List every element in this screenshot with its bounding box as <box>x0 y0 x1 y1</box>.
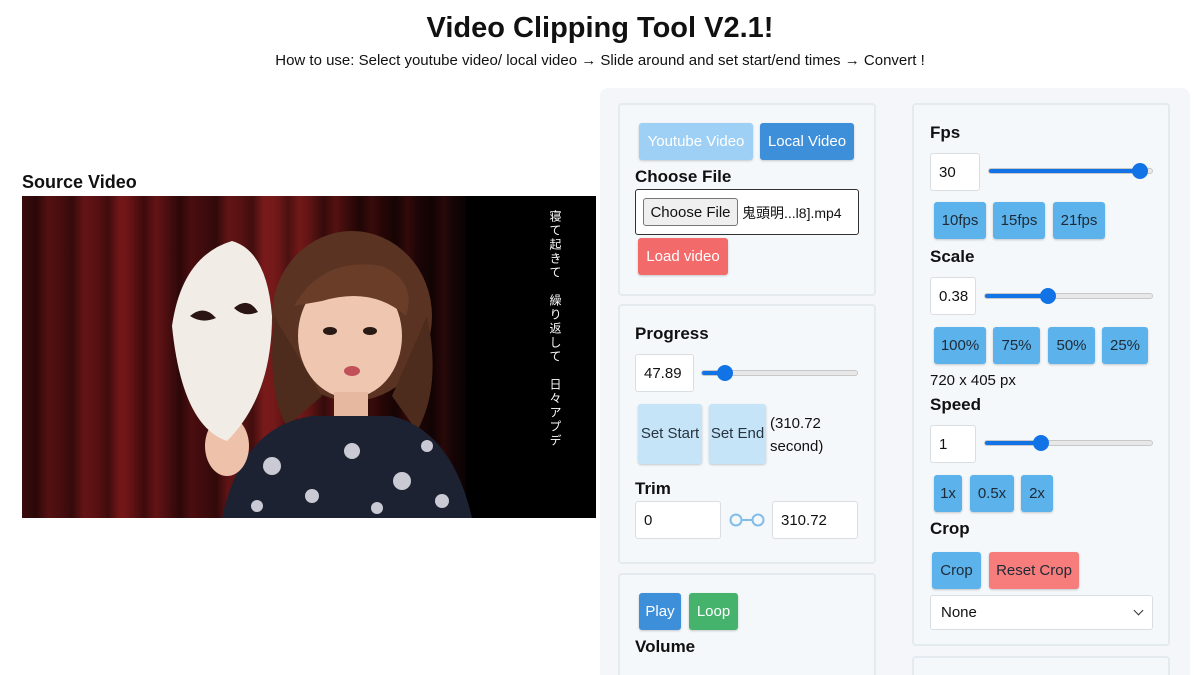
progress-input[interactable]: 47.89 <box>635 354 694 392</box>
reset-crop-button[interactable]: Reset Crop <box>989 552 1079 589</box>
load-video-button[interactable]: Load video <box>638 238 728 275</box>
fps-slider-fill <box>989 169 1141 173</box>
source-video-player[interactable]: 寝て起きて 繰り返して 日々アプデ <box>22 196 596 518</box>
progress-heading: Progress <box>635 324 709 343</box>
set-end-button[interactable]: Set End <box>709 404 766 464</box>
local-video-button[interactable]: Local Video <box>760 123 854 160</box>
speed-preset-2x[interactable]: 2x <box>1021 475 1053 512</box>
speed-slider-track[interactable] <box>984 440 1153 446</box>
loop-button[interactable]: Loop <box>689 593 738 630</box>
choose-file-heading: Choose File <box>635 167 732 186</box>
speed-preset-0.5x[interactable]: 0.5x <box>970 475 1014 512</box>
speed-input[interactable]: 1 <box>930 425 976 463</box>
source-video-label: Source Video <box>22 172 137 192</box>
scale-preset-100[interactable]: 100% <box>934 327 986 364</box>
trim-end-input[interactable]: 310.72 <box>772 501 858 539</box>
crop-button[interactable]: Crop <box>932 552 981 589</box>
volume-heading: Volume <box>635 637 696 656</box>
duration-text: (310.72 second) <box>770 415 824 455</box>
scale-preset-75[interactable]: 75% <box>993 327 1040 364</box>
chevron-down-icon <box>1133 605 1144 616</box>
scale-input[interactable]: 0.38 <box>930 277 976 315</box>
fps-slider-track[interactable] <box>988 168 1153 174</box>
fps-slider-thumb[interactable] <box>1131 163 1148 179</box>
scale-preset-50[interactable]: 50% <box>1048 327 1095 364</box>
scale-preset-25[interactable]: 25% <box>1102 327 1148 364</box>
file-name: 鬼頭明...l8].mp4 <box>742 205 842 221</box>
scale-slider-track[interactable] <box>984 293 1153 299</box>
crop-ratio-value: None <box>941 604 977 621</box>
file-input[interactable]: Choose File 鬼頭明...l8].mp4 <box>635 189 859 235</box>
choose-file-button[interactable]: Choose File <box>643 198 738 226</box>
set-start-button[interactable]: Set Start <box>638 404 702 464</box>
youtube-video-button[interactable]: Youtube Video <box>639 123 753 160</box>
how-to-instructions: How to use: Select youtube video/ local … <box>275 52 925 69</box>
play-button[interactable]: Play <box>639 593 681 630</box>
trim-heading: Trim <box>635 479 671 498</box>
crop-heading: Crop <box>930 519 970 538</box>
lyrics-subtitle: 寝て起きて 繰り返して 日々アプデ <box>548 210 562 448</box>
lower-card <box>912 656 1170 675</box>
fps-preset-10[interactable]: 10fps <box>934 202 986 239</box>
speed-preset-1x[interactable]: 1x <box>934 475 962 512</box>
scale-heading: Scale <box>930 247 975 266</box>
trim-start-input[interactable]: 0 <box>635 501 721 539</box>
crop-ratio-select[interactable]: None <box>930 595 1153 630</box>
output-dimensions: 720 x 405 px <box>930 372 1016 389</box>
link-icon[interactable] <box>729 512 765 528</box>
page-title: Video Clipping Tool V2.1! <box>426 12 774 44</box>
speed-heading: Speed <box>930 395 982 414</box>
video-frame-figure <box>172 231 472 518</box>
fps-preset-15[interactable]: 15fps <box>993 202 1045 239</box>
fps-input[interactable]: 30 <box>930 153 980 191</box>
fps-preset-21[interactable]: 21fps <box>1053 202 1105 239</box>
fps-heading: Fps <box>930 123 961 142</box>
